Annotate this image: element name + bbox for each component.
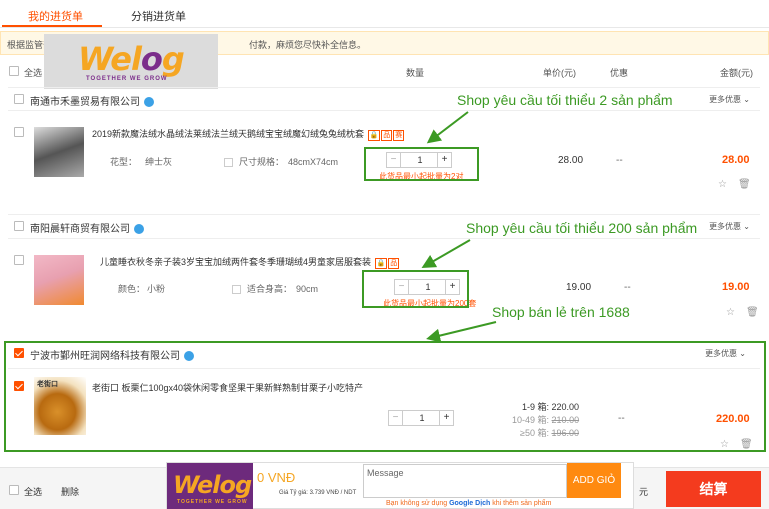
callout-arrow (426, 111, 469, 144)
add-to-cart-button[interactable]: ADD GIỎ (567, 463, 621, 498)
callout-arrows (421, 111, 497, 343)
checkout-button[interactable]: 结算 (666, 471, 761, 507)
footer-delete-link[interactable]: 删除 (61, 485, 79, 498)
footer-currency: 元 (639, 487, 649, 497)
exchange-rate: Giá Tỷ giá: 3.739 VNĐ / NDT (279, 490, 357, 496)
footer-select-all-checkbox[interactable] (9, 485, 19, 495)
welog-extension-logo: Welog TOGETHER WE GROW (167, 463, 253, 509)
callout-arrow (426, 321, 497, 343)
vnd-total: 0 VNĐ (257, 470, 296, 485)
welog-extension-panel: Welog TOGETHER WE GROW 0 VNĐ Giá Tỷ giá:… (166, 462, 634, 509)
translation-note: Bạn không sử dụng Google Dịch khi thêm s… (386, 500, 552, 507)
welog-logo-icon: Welog (173, 471, 252, 499)
footer-select-all-label: 全选 (24, 487, 43, 497)
callout-arrow (421, 239, 471, 269)
message-input[interactable]: Message (363, 464, 567, 498)
